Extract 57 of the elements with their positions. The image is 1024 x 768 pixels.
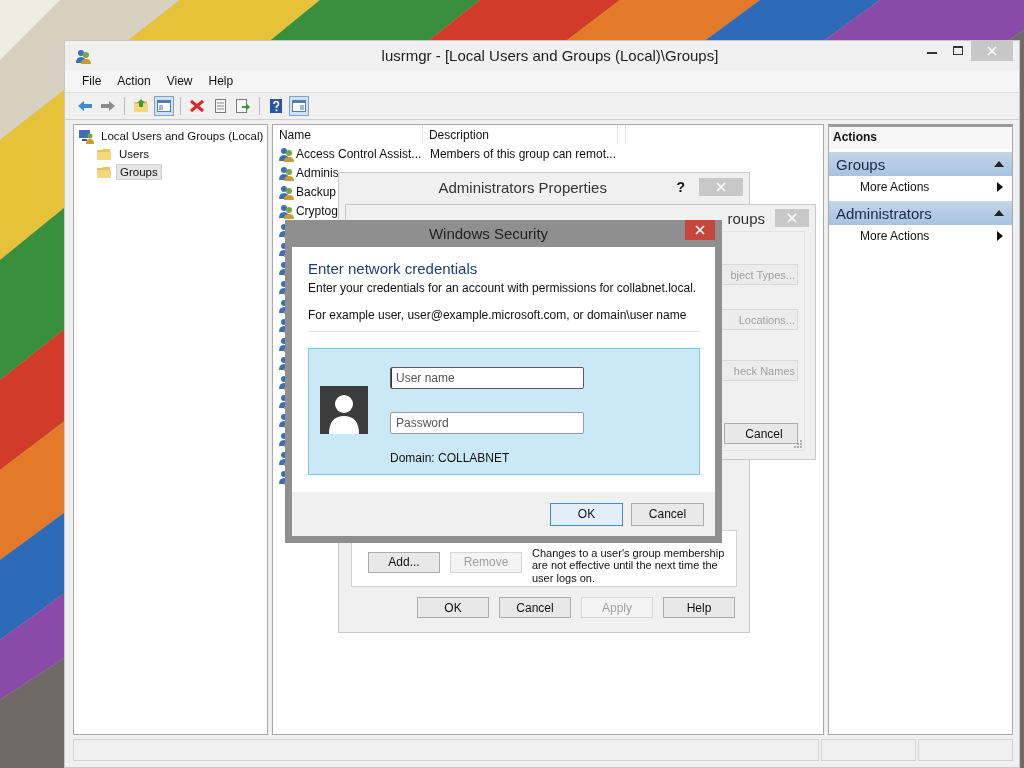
dialog-title: roups <box>727 209 765 227</box>
dialog-title: Administrators Properties <box>437 178 608 196</box>
properties-icon[interactable] <box>212 98 228 114</box>
computer-users-icon <box>78 128 94 144</box>
menu-item[interactable]: File <box>75 72 109 90</box>
group-description: Members of this group can remot... <box>429 146 617 161</box>
dialog-button[interactable]: OK <box>550 502 623 526</box>
submenu-arrow-icon <box>997 231 1003 241</box>
domain-label: Domain: COLLABNET <box>390 451 511 465</box>
membership-note: Changes to a user's group membership are not effective until the next time the user logs on. <box>532 546 726 584</box>
dialog-button[interactable]: Cancel <box>724 423 798 444</box>
resize-grip-icon[interactable] <box>794 440 802 448</box>
close-icon[interactable] <box>685 220 715 240</box>
group-icon <box>277 183 294 200</box>
group-icon <box>277 202 294 219</box>
collapse-icon[interactable] <box>994 209 1004 217</box>
group-name[interactable]: Access Control Assist... <box>295 146 428 161</box>
dialog-button[interactable]: Cancel <box>499 597 571 618</box>
user-avatar-icon <box>320 386 368 434</box>
folder-icon <box>96 146 112 162</box>
example-text: For example user, user@example.microsoft.com, or domain\user name <box>308 308 700 332</box>
menu-item[interactable]: View <box>159 72 200 90</box>
action-link[interactable]: More Actions <box>860 229 930 243</box>
folder-up-icon[interactable] <box>133 98 149 114</box>
dialog-button[interactable]: OK <box>417 597 489 618</box>
dialog-button[interactable]: Cancel <box>631 502 704 526</box>
input-field[interactable]: User name <box>390 367 584 389</box>
actions-header: Actions <box>829 127 1012 149</box>
tree-item[interactable]: Users <box>116 147 153 161</box>
input-field[interactable]: Password <box>390 412 584 434</box>
section-header[interactable]: Administrators <box>829 201 1012 225</box>
dialog-button[interactable]: Help <box>663 597 735 618</box>
collapse-icon[interactable] <box>994 160 1004 168</box>
tree-item[interactable]: Groups <box>116 164 162 180</box>
column-header[interactable]: Name <box>272 125 423 144</box>
help-icon[interactable] <box>268 98 284 114</box>
menu-item[interactable]: Help <box>201 72 241 90</box>
dialog-button[interactable]: Add... <box>368 551 440 573</box>
group-icon <box>277 164 294 181</box>
dialog-heading: Enter network credentials <box>308 260 479 277</box>
dialog-message: Enter your credentials for an account with permissions for collabnet.local. <box>308 281 698 295</box>
help-button[interactable]: ? <box>676 179 685 195</box>
window-title: lusrmgr - [Local Users and Groups (Local)\Groups] <box>380 47 720 64</box>
action-link[interactable]: More Actions <box>860 180 930 194</box>
tree-item[interactable]: Local Users and Groups (Local) <box>98 129 267 143</box>
section-header[interactable]: Groups <box>829 152 1012 176</box>
folder-icon <box>96 164 112 180</box>
back-arrow-icon[interactable] <box>77 98 93 114</box>
export-icon[interactable] <box>235 98 251 114</box>
submenu-arrow-icon <box>997 182 1003 192</box>
menu-item[interactable]: Action <box>110 72 158 90</box>
dialog-title: Windows Security <box>428 224 549 242</box>
forward-arrow-icon[interactable] <box>100 98 116 114</box>
delete-icon[interactable] <box>189 98 205 114</box>
column-header[interactable]: Description <box>422 125 618 144</box>
group-icon <box>277 145 294 162</box>
users-icon <box>75 47 91 64</box>
